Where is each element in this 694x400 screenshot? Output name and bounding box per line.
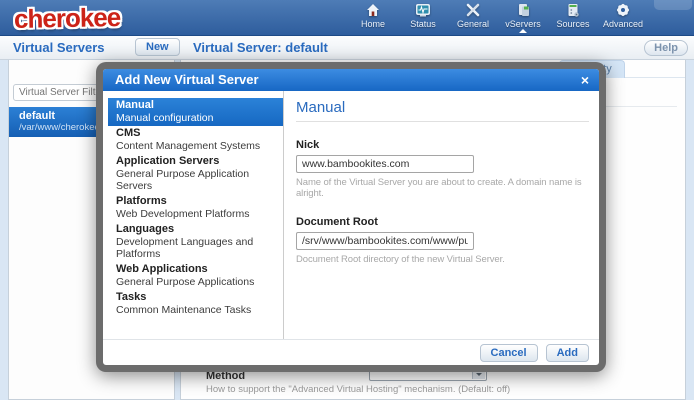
menu-item-subtitle: Common Maintenance Tasks — [116, 304, 275, 316]
close-icon[interactable]: × — [581, 69, 589, 91]
status-icon — [415, 2, 431, 19]
menu-item-application-servers[interactable]: Application Servers General Purpose Appl… — [108, 154, 283, 194]
nav-general-label: General — [457, 19, 489, 29]
cherokee-logo[interactable]: cherokee — [14, 2, 121, 35]
method-help-text: How to support the "Advanced Virtual Hos… — [206, 384, 510, 395]
menu-item-web-applications[interactable]: Web Applications General Purpose Applica… — [108, 262, 283, 290]
header-bar: cherokee Home Status General vServers — [0, 0, 694, 36]
menu-item-subtitle: Content Management Systems — [116, 140, 275, 152]
menu-item-title: Tasks — [116, 291, 275, 304]
nav-status-label: Status — [410, 19, 436, 29]
nav-vservers[interactable]: vServers — [500, 2, 546, 29]
nav-home[interactable]: Home — [350, 2, 396, 29]
gear-icon — [615, 2, 631, 19]
menu-item-languages[interactable]: Languages Development Languages and Plat… — [108, 222, 283, 262]
modal-title: Add New Virtual Server — [115, 72, 259, 87]
nav-advanced[interactable]: Advanced — [600, 2, 646, 29]
menu-item-subtitle: Web Development Platforms — [116, 208, 275, 220]
nick-label: Nick — [296, 139, 589, 151]
menu-item-title: Platforms — [116, 195, 275, 208]
nav-sources-label: Sources — [556, 19, 589, 29]
menu-item-manual[interactable]: Manual Manual configuration — [108, 98, 283, 126]
nav-sources[interactable]: Sources — [550, 2, 596, 29]
manual-config-panel: Manual Nick Name of the Virtual Server y… — [284, 91, 599, 339]
add-virtual-server-modal: Add New Virtual Server × Manual Manual c… — [96, 62, 606, 372]
menu-item-subtitle: Manual configuration — [116, 112, 275, 124]
vservers-icon — [515, 2, 531, 19]
tools-icon — [465, 2, 481, 19]
menu-item-subtitle: General Purpose Applications — [116, 276, 275, 288]
home-icon — [365, 2, 381, 19]
modal-footer: Cancel Add — [103, 339, 599, 365]
nav-general[interactable]: General — [450, 2, 496, 29]
section-title: Virtual Servers — [13, 40, 105, 55]
menu-item-title: CMS — [116, 127, 275, 140]
menu-item-title: Languages — [116, 223, 275, 236]
topbar-partial-button — [654, 0, 692, 10]
document-root-help-text: Document Root directory of the new Virtu… — [296, 254, 589, 265]
page-title: Virtual Server: default — [193, 40, 328, 55]
sources-icon — [565, 2, 581, 19]
new-virtual-server-button[interactable]: New — [135, 38, 180, 56]
menu-item-title: Manual — [116, 99, 275, 112]
wizard-category-menu: Manual Manual configuration CMS Content … — [103, 91, 284, 339]
sub-header-bar: Virtual Servers New Virtual Server: defa… — [0, 36, 694, 60]
nav-vservers-label: vServers — [505, 19, 541, 29]
menu-item-subtitle: Development Languages and Platforms — [116, 236, 275, 260]
cherokee-admin-screen: cherokee Home Status General vServers — [0, 0, 694, 400]
nick-field-group: Nick Name of the Virtual Server you are … — [296, 139, 589, 199]
document-root-input[interactable] — [296, 232, 474, 250]
active-section-caret-icon — [519, 29, 527, 33]
nav-home-label: Home — [361, 19, 385, 29]
nav-advanced-label: Advanced — [603, 19, 643, 29]
menu-item-cms[interactable]: CMS Content Management Systems — [108, 126, 283, 154]
nick-help-text: Name of the Virtual Server you are about… — [296, 177, 589, 199]
menu-item-title: Web Applications — [116, 263, 275, 276]
menu-item-subtitle: General Purpose Application Servers — [116, 168, 275, 192]
menu-item-tasks[interactable]: Tasks Common Maintenance Tasks — [108, 290, 283, 318]
document-root-label: Document Root — [296, 216, 589, 228]
modal-body: Manual Manual configuration CMS Content … — [103, 91, 599, 339]
main-nav: Home Status General vServers Sources — [350, 2, 646, 29]
add-button[interactable]: Add — [546, 344, 589, 362]
nick-input[interactable] — [296, 155, 474, 173]
menu-item-title: Application Servers — [116, 155, 275, 168]
modal-titlebar: Add New Virtual Server × — [103, 69, 599, 91]
help-button[interactable]: Help — [644, 40, 688, 56]
cancel-button[interactable]: Cancel — [480, 344, 538, 362]
nav-status[interactable]: Status — [400, 2, 446, 29]
document-root-field-group: Document Root Document Root directory of… — [296, 216, 589, 265]
menu-item-platforms[interactable]: Platforms Web Development Platforms — [108, 194, 283, 222]
panel-heading: Manual — [296, 99, 589, 122]
